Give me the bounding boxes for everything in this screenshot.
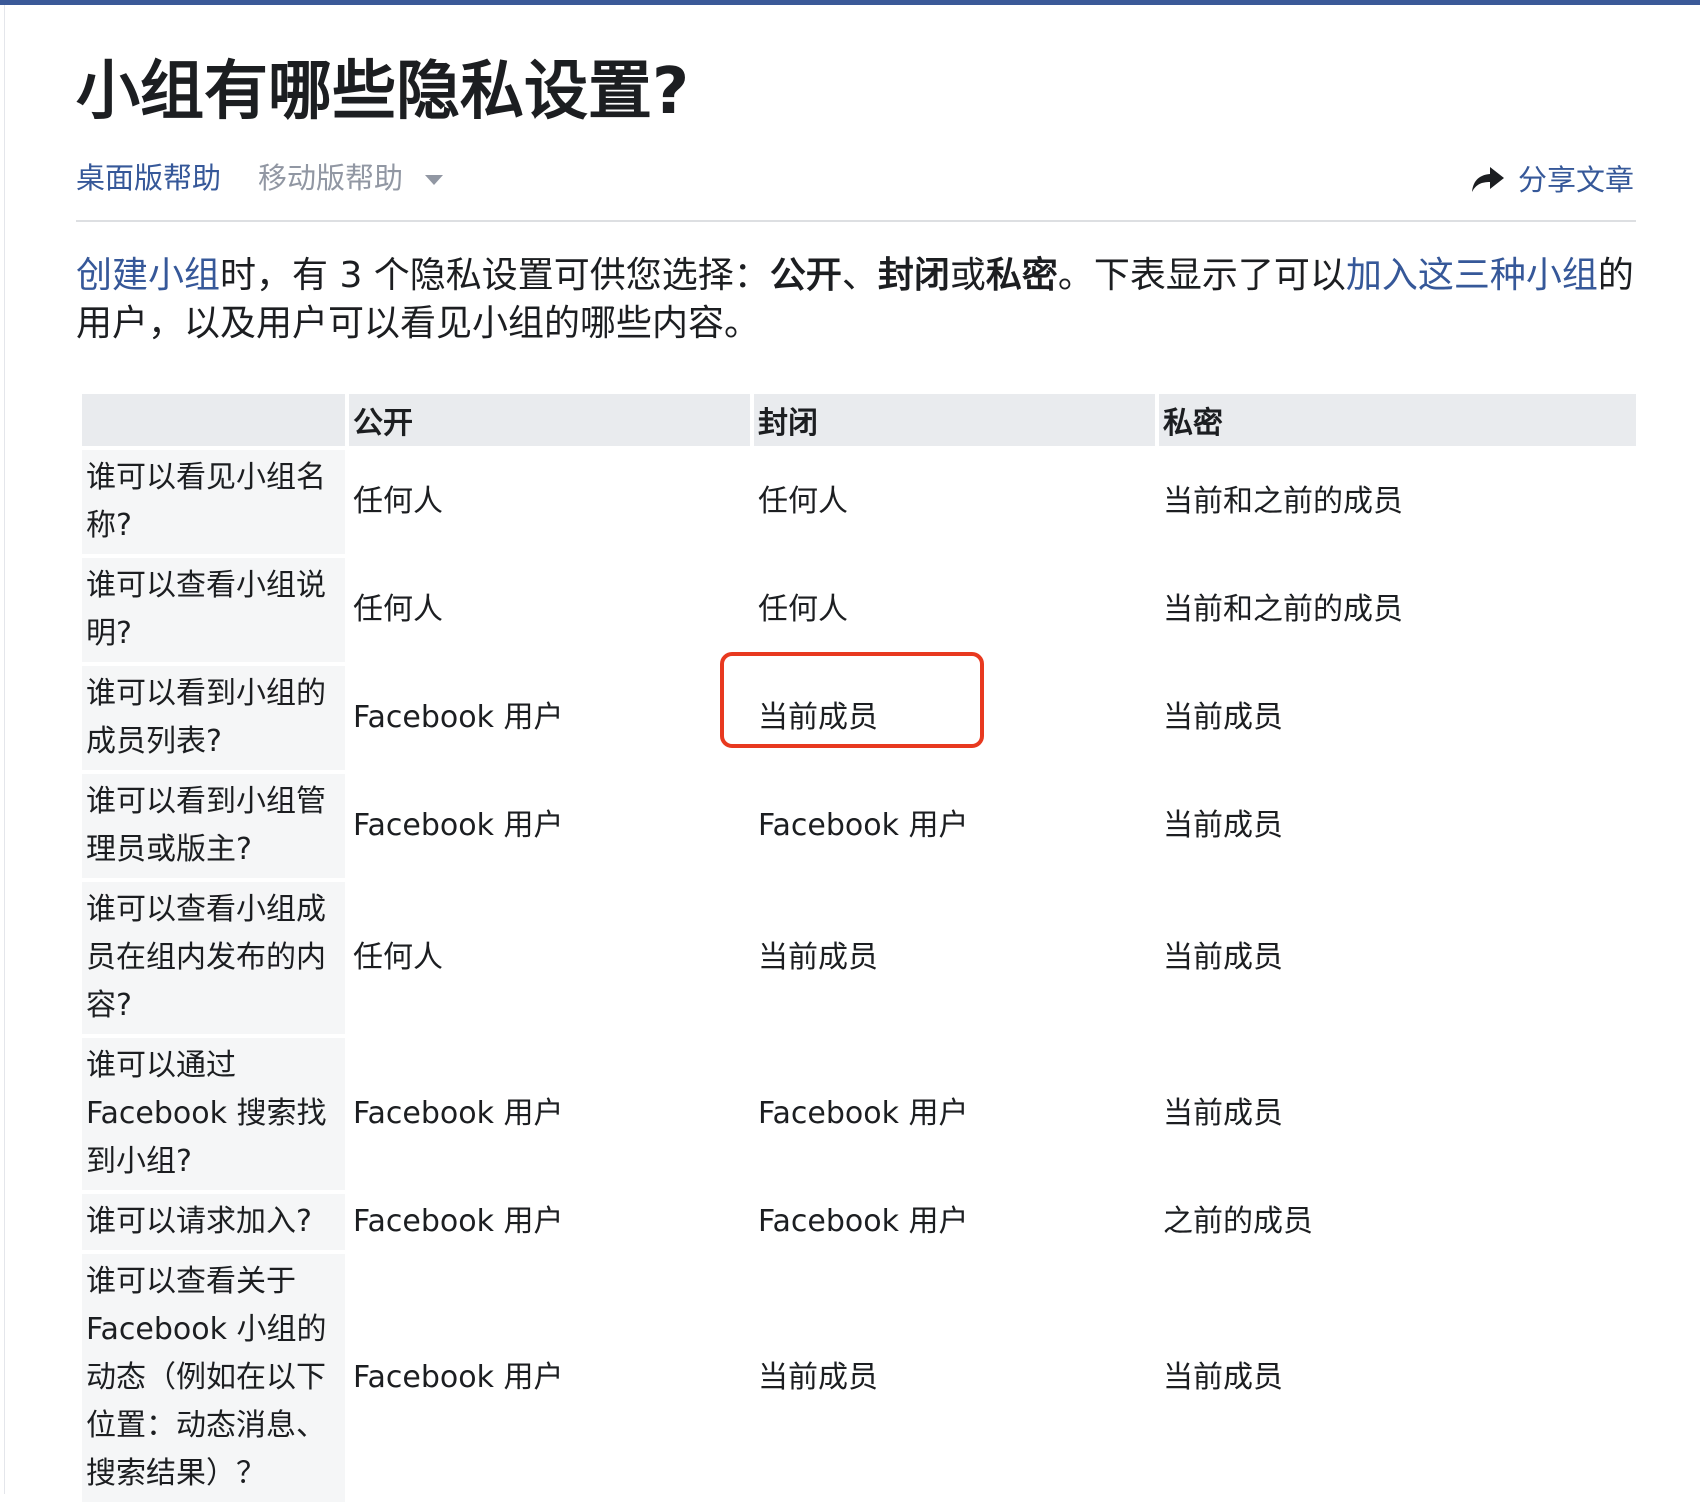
cell-closed: Facebook 用户: [758, 1204, 969, 1239]
table-header-public: 公开: [349, 394, 750, 446]
table-row: 谁可以请求加入? Facebook 用户 Facebook 用户 之前的成员: [82, 1194, 1636, 1250]
table-row: 谁可以查看小组成员在组内发布的内容? 任何人 当前成员 当前成员: [82, 882, 1636, 1034]
header-divider: [76, 220, 1636, 222]
cell-closed: 当前成员: [758, 1360, 878, 1395]
privacy-settings-table: 公开 封闭 私密 谁可以看见小组名称? 任何人 任何人 当前和之前的成员 谁可以…: [78, 390, 1640, 1506]
cell-public: Facebook 用户: [353, 1204, 564, 1239]
highlight-annotation-box: [720, 652, 984, 748]
cell-public: 任何人: [353, 592, 443, 627]
row-question: 谁可以查看小组成员在组内发布的内容?: [82, 882, 345, 1034]
intro-option-public: 公开: [769, 255, 842, 296]
cell-closed: Facebook 用户: [758, 808, 969, 843]
cell-secret: 当前成员: [1163, 700, 1283, 735]
cell-closed: 当前成员: [758, 940, 878, 975]
cell-secret: 当前和之前的成员: [1163, 484, 1403, 519]
row-question: 谁可以请求加入?: [82, 1194, 345, 1250]
cell-secret: 之前的成员: [1163, 1204, 1313, 1239]
cell-closed: 任何人: [758, 592, 848, 627]
table-row: 谁可以查看小组说明? 任何人 任何人 当前和之前的成员: [82, 558, 1636, 662]
cell-public: 任何人: [353, 940, 443, 975]
cell-secret: 当前成员: [1163, 808, 1283, 843]
intro-separator-2: 或: [949, 255, 986, 296]
cell-public: 任何人: [353, 484, 443, 519]
cell-secret: 当前成员: [1163, 1360, 1283, 1395]
row-question: 谁可以看到小组的成员列表?: [82, 666, 345, 770]
row-question: 谁可以查看小组说明?: [82, 558, 345, 662]
cell-closed: 任何人: [758, 484, 848, 519]
share-arrow-icon: [1471, 167, 1504, 192]
create-group-link[interactable]: 创建小组: [76, 255, 220, 296]
table-row: 谁可以通过 Facebook 搜索找到小组? Facebook 用户 Faceb…: [82, 1038, 1636, 1190]
page-title: 小组有哪些隐私设置?: [76, 55, 690, 129]
table-header-corner: [82, 394, 345, 446]
tab-mobile-help[interactable]: 移动版帮助: [258, 158, 403, 198]
row-question: 谁可以看见小组名称?: [82, 450, 345, 554]
cell-secret: 当前成员: [1163, 1096, 1283, 1131]
cell-secret: 当前成员: [1163, 940, 1283, 975]
intro-separator-1: 、: [841, 255, 878, 296]
share-article-label: 分享文章: [1517, 163, 1634, 197]
table-header-row: 公开 封闭 私密: [82, 394, 1636, 446]
share-article-button[interactable]: 分享文章: [1470, 160, 1634, 200]
tab-desktop-help[interactable]: 桌面版帮助: [76, 158, 221, 198]
table-row: 谁可以看见小组名称? 任何人 任何人 当前和之前的成员: [82, 450, 1636, 554]
top-accent-bar: [0, 0, 1700, 5]
table-row: 谁可以查看关于 Facebook 小组的动态（例如在以下位置：动态消息、搜索结果…: [82, 1254, 1636, 1502]
intro-option-closed: 封闭: [877, 255, 950, 296]
intro-text-1: 时，有 3 个隐私设置可供您选择：: [220, 255, 770, 296]
row-question: 谁可以通过 Facebook 搜索找到小组?: [82, 1038, 345, 1190]
intro-paragraph: 创建小组时，有 3 个隐私设置可供您选择：公开、封闭或私密。下表显示了可以加入这…: [76, 252, 1636, 348]
cell-public: Facebook 用户: [353, 1096, 564, 1131]
cell-closed: Facebook 用户: [758, 1096, 969, 1131]
table-row: 谁可以看到小组管理员或版主? Facebook 用户 Facebook 用户 当…: [82, 774, 1636, 878]
table-header-closed: 封闭: [754, 394, 1155, 446]
cell-public: Facebook 用户: [353, 808, 564, 843]
cell-public: Facebook 用户: [353, 700, 564, 735]
chevron-down-icon[interactable]: [425, 175, 443, 185]
row-question: 谁可以看到小组管理员或版主?: [82, 774, 345, 878]
cell-secret: 当前和之前的成员: [1163, 592, 1403, 627]
left-border-line: [4, 5, 5, 1494]
table-header-secret: 私密: [1159, 394, 1636, 446]
intro-text-2: 。下表显示了可以: [1057, 255, 1346, 296]
cell-public: Facebook 用户: [353, 1360, 564, 1395]
join-groups-link[interactable]: 加入这三种小组: [1346, 255, 1598, 296]
row-question: 谁可以查看关于 Facebook 小组的动态（例如在以下位置：动态消息、搜索结果…: [82, 1254, 345, 1502]
intro-option-secret: 私密: [985, 255, 1058, 296]
